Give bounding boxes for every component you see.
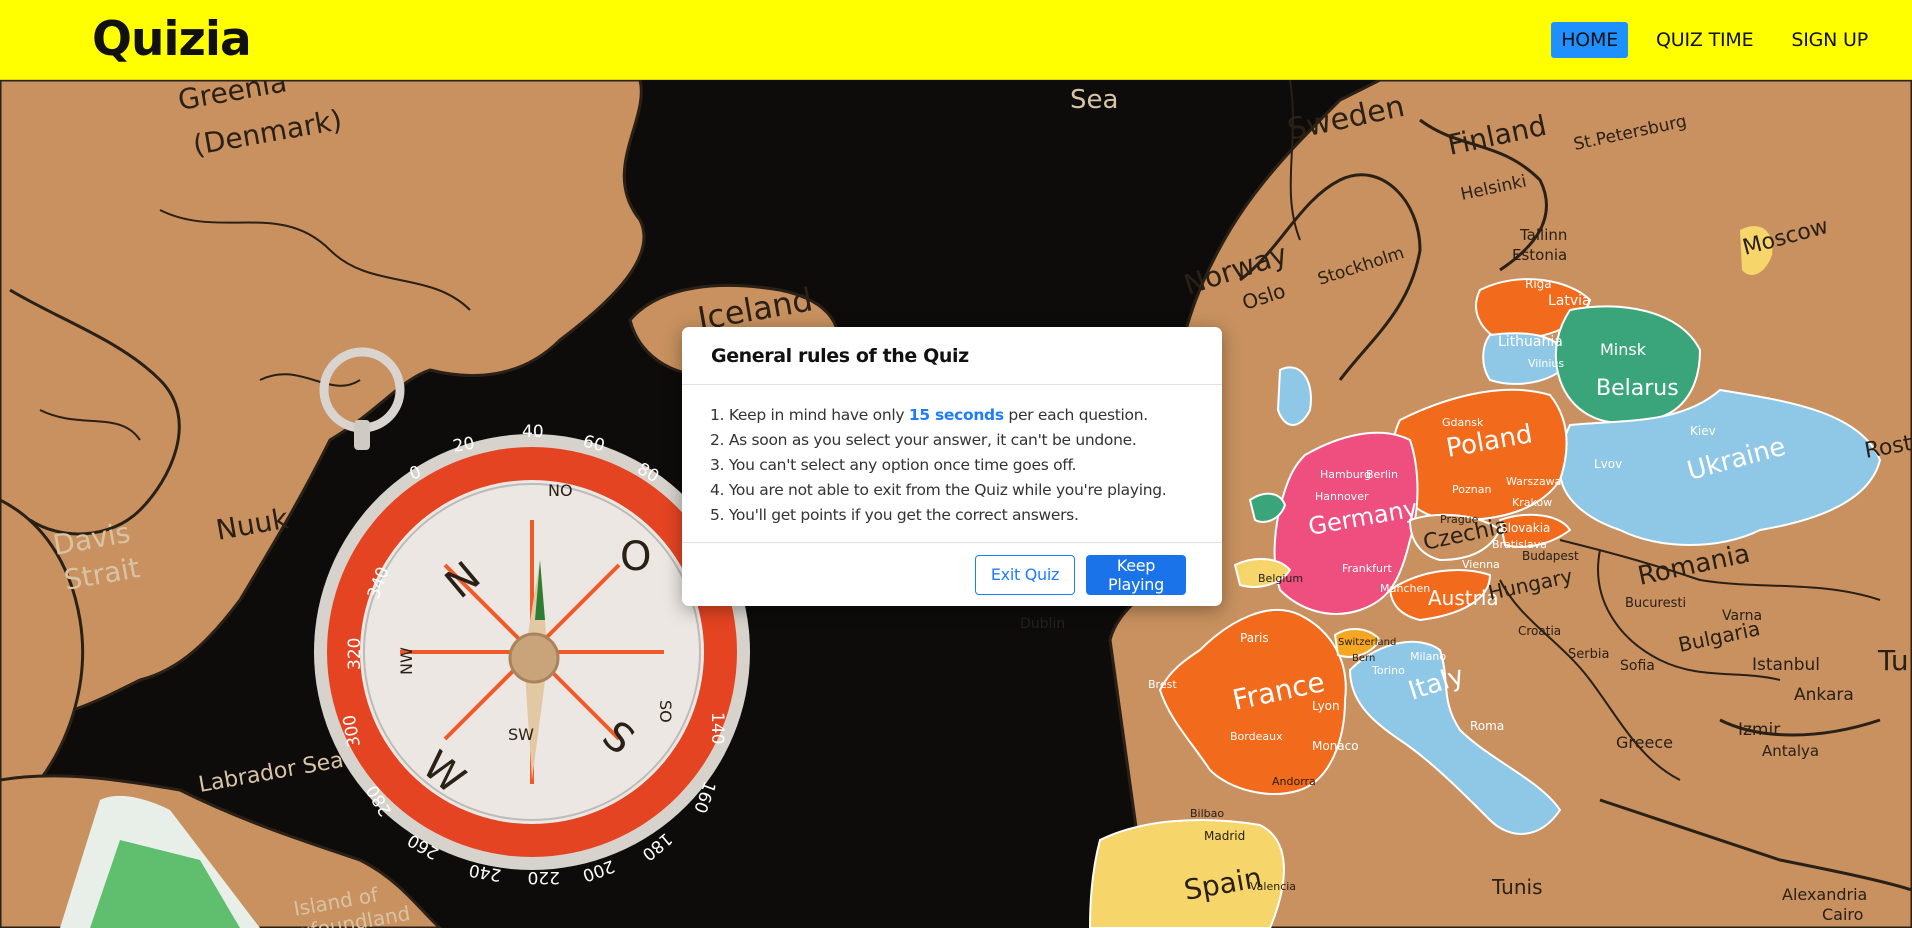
navbar: Quizia HOME QUIZ TIME SIGN UP: [0, 0, 1912, 80]
svg-text:Cairo: Cairo: [1822, 905, 1863, 924]
svg-text:Lithuania: Lithuania: [1498, 334, 1563, 350]
svg-text:SW: SW: [508, 725, 534, 744]
svg-text:Slovakia: Slovakia: [1500, 521, 1550, 535]
svg-text:Lvov: Lvov: [1594, 457, 1622, 471]
nav-sign-up-link[interactable]: SIGN UP: [1781, 22, 1878, 58]
rule-1-highlight: 15 seconds: [908, 406, 1004, 424]
svg-text:O: O: [620, 534, 651, 580]
svg-text:Switzerland: Switzerland: [1338, 637, 1396, 648]
svg-text:Krakow: Krakow: [1512, 496, 1552, 509]
svg-text:Kiev: Kiev: [1690, 424, 1716, 438]
svg-text:320: 320: [345, 638, 365, 670]
svg-text:Izmir: Izmir: [1738, 720, 1780, 740]
svg-text:Warszawa: Warszawa: [1506, 475, 1561, 488]
svg-text:Poznan: Poznan: [1452, 483, 1491, 496]
svg-text:Torino: Torino: [1371, 664, 1405, 677]
svg-text:Hannover: Hannover: [1315, 490, 1369, 503]
svg-text:Prague: Prague: [1440, 513, 1479, 526]
svg-text:NO: NO: [548, 481, 573, 500]
svg-text:Bern: Bern: [1352, 653, 1375, 664]
svg-text:Tur: Tur: [1877, 644, 1912, 677]
svg-text:Vienna: Vienna: [1462, 558, 1500, 571]
rule-item-2: 2. As soon as you select your answer, it…: [710, 431, 1137, 449]
rule-item-4: 4. You are not able to exit from the Qui…: [710, 481, 1167, 499]
brand-logo[interactable]: Quizia: [92, 12, 252, 67]
svg-text:Berlin: Berlin: [1366, 468, 1398, 481]
modal-header: General rules of the Quiz: [682, 327, 1222, 385]
svg-text:NW: NW: [397, 647, 416, 675]
svg-text:Sea: Sea: [1070, 85, 1118, 115]
svg-text:Bordeaux: Bordeaux: [1230, 730, 1283, 743]
svg-text:Vilnius: Vilnius: [1528, 357, 1564, 370]
svg-text:Antalya: Antalya: [1762, 742, 1819, 760]
nav-links: HOME QUIZ TIME SIGN UP: [1551, 21, 1878, 58]
svg-text:Croatia: Croatia: [1518, 624, 1561, 638]
svg-text:Paris: Paris: [1240, 631, 1269, 645]
svg-text:Sofia: Sofia: [1620, 658, 1655, 674]
svg-text:Brest: Brest: [1148, 678, 1177, 691]
modal-body: 1. Keep in mind have only 15 seconds per…: [682, 385, 1222, 543]
exit-quiz-button[interactable]: Exit Quiz: [975, 554, 1075, 595]
modal-title: General rules of the Quiz: [711, 344, 969, 367]
svg-text:Gdansk: Gdansk: [1442, 416, 1484, 429]
svg-text:Monaco: Monaco: [1312, 739, 1359, 753]
svg-text:Madrid: Madrid: [1204, 829, 1245, 843]
svg-text:Estonia: Estonia: [1512, 246, 1567, 264]
rule-1-prefix: 1. Keep in mind have only: [710, 406, 909, 424]
svg-text:Ankara: Ankara: [1794, 685, 1854, 705]
svg-text:SO: SO: [656, 700, 675, 723]
svg-text:Belarus: Belarus: [1596, 376, 1679, 401]
svg-text:Alexandria: Alexandria: [1782, 885, 1867, 904]
svg-text:Andorra: Andorra: [1272, 775, 1316, 788]
rule-item-1: 1. Keep in mind have only 15 seconds per…: [710, 403, 1194, 428]
svg-text:Bilbao: Bilbao: [1190, 807, 1224, 820]
svg-text:Lyon: Lyon: [1312, 699, 1340, 713]
svg-text:Roma: Roma: [1470, 719, 1504, 733]
svg-text:Bucuresti: Bucuresti: [1625, 596, 1686, 611]
svg-text:40: 40: [522, 422, 544, 442]
svg-text:140: 140: [707, 712, 727, 744]
modal-footer: Exit Quiz Keep Playing: [682, 543, 1222, 606]
svg-text:Riga: Riga: [1525, 277, 1552, 291]
quiz-rules-modal: General rules of the Quiz 1. Keep in min…: [682, 327, 1222, 606]
svg-text:Hamburg: Hamburg: [1320, 468, 1371, 481]
svg-text:Istanbul: Istanbul: [1752, 655, 1820, 675]
svg-text:Greece: Greece: [1616, 733, 1673, 752]
nav-quiz-time-link[interactable]: QUIZ TIME: [1646, 22, 1763, 58]
svg-text:Dublin: Dublin: [1020, 616, 1065, 632]
svg-text:Munchen: Munchen: [1380, 582, 1430, 595]
svg-text:Tallinn: Tallinn: [1519, 226, 1567, 244]
svg-text:Minsk: Minsk: [1600, 340, 1647, 359]
svg-text:Varna: Varna: [1722, 608, 1762, 624]
rule-item-5: 5. You'll get points if you get the corr…: [710, 506, 1079, 524]
svg-text:Serbia: Serbia: [1568, 647, 1609, 662]
svg-text:Latvia: Latvia: [1548, 293, 1591, 309]
svg-text:Valencia: Valencia: [1250, 880, 1296, 893]
svg-text:Budapest: Budapest: [1522, 549, 1579, 563]
svg-text:220: 220: [528, 867, 560, 887]
rule-item-3: 3. You can't select any option once time…: [710, 456, 1077, 474]
nav-home-link[interactable]: HOME: [1551, 21, 1629, 58]
svg-text:Frankfurt: Frankfurt: [1342, 562, 1392, 575]
svg-text:Tunis: Tunis: [1491, 875, 1543, 899]
svg-text:Milano: Milano: [1410, 650, 1446, 663]
rule-1-suffix: per each question.: [1003, 406, 1148, 424]
svg-text:Belgium: Belgium: [1258, 572, 1303, 585]
svg-text:20: 20: [451, 433, 476, 456]
keep-playing-button[interactable]: Keep Playing: [1086, 554, 1186, 595]
